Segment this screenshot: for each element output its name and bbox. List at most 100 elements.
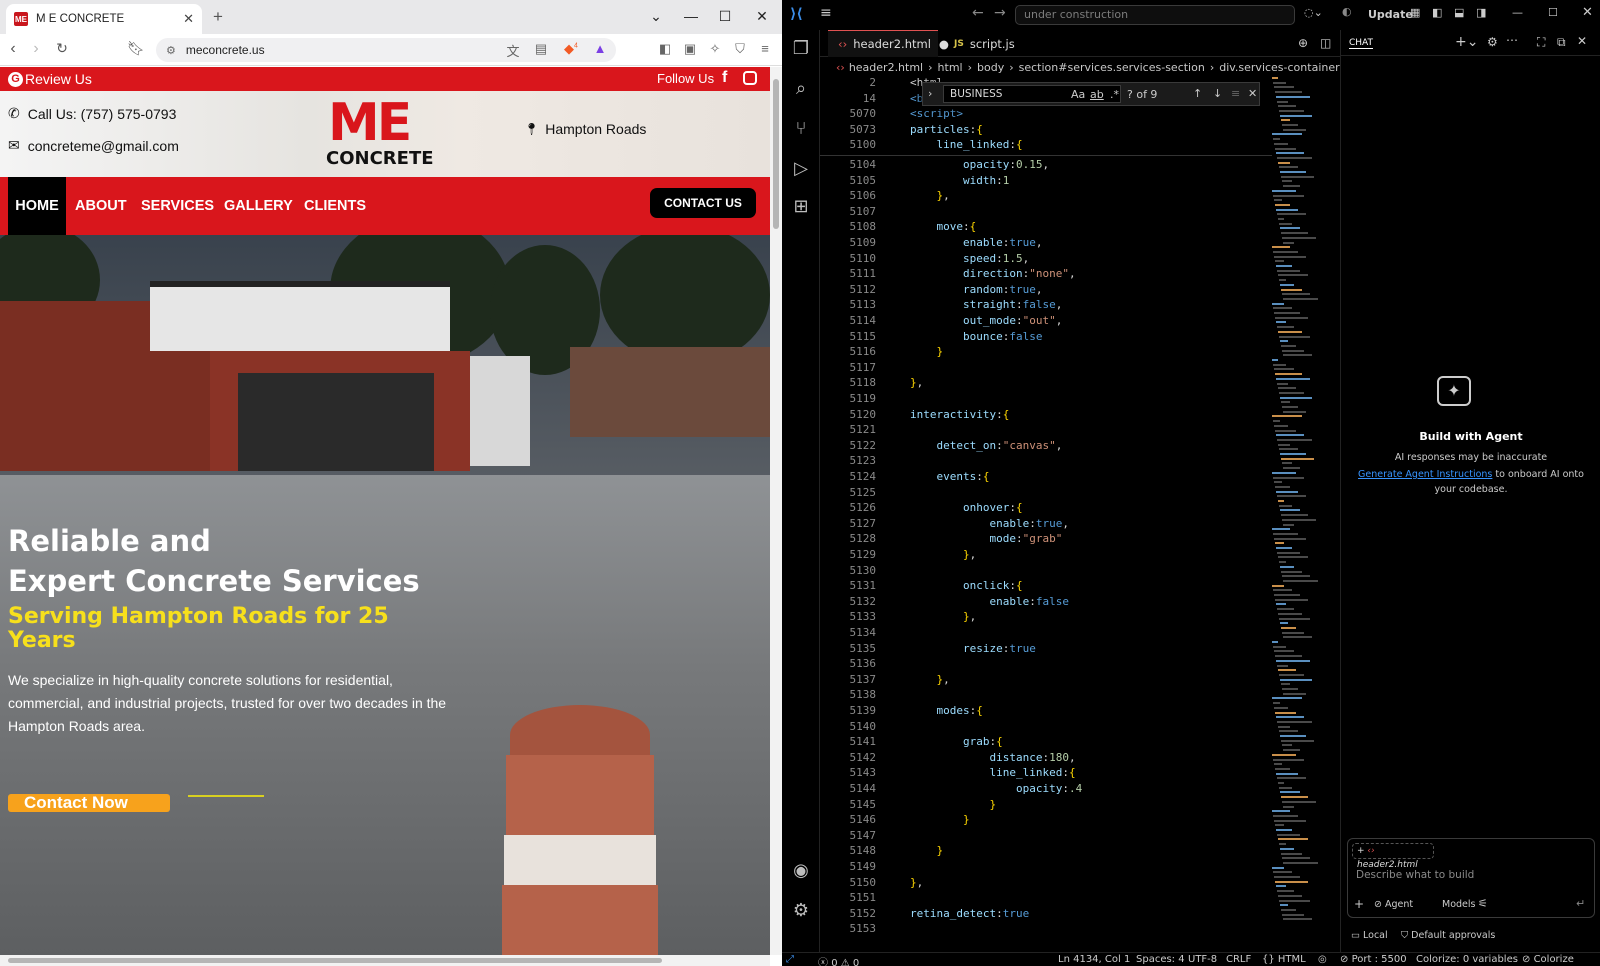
code-line[interactable]: events:{	[910, 470, 990, 483]
new-tab-icon[interactable]: +	[213, 7, 223, 27]
minimap[interactable]	[1272, 77, 1320, 937]
indentation[interactable]: Spaces: 4	[1136, 954, 1185, 965]
new-chat-icon[interactable]: +⌄	[1455, 34, 1478, 50]
code-line[interactable]: enable:true,	[910, 517, 1069, 530]
code-line[interactable]: distance:180,	[910, 751, 1075, 764]
code-line[interactable]: },	[910, 673, 950, 686]
code-line[interactable]: direction:"none",	[910, 267, 1076, 280]
eol[interactable]: CRLF	[1226, 954, 1251, 965]
code-line[interactable]: out_mode:"out",	[910, 314, 1062, 327]
code-line[interactable]: mode:"grab"	[910, 532, 1062, 545]
encoding[interactable]: UTF-8	[1188, 954, 1217, 965]
update-button[interactable]: Update	[1368, 8, 1413, 21]
tab-search-icon[interactable]: ⌄	[646, 8, 666, 25]
close-window-icon[interactable]: ✕	[752, 8, 772, 25]
contact-us-button[interactable]: CONTACT US	[650, 188, 756, 218]
menu-icon[interactable]: ≡	[756, 41, 774, 56]
code-line[interactable]: onhover:{	[910, 501, 1023, 514]
site-logo[interactable]: ME CONCRETE	[326, 97, 446, 173]
minimize-icon[interactable]: —	[1512, 6, 1523, 19]
horizontal-scrollbar[interactable]	[0, 955, 770, 966]
source-control-icon[interactable]: ⑂	[789, 118, 813, 142]
crumb[interactable]: html	[938, 61, 963, 74]
open-editor-icon[interactable]: ⧉	[1557, 35, 1566, 50]
code-line[interactable]: onclick:{	[910, 579, 1023, 592]
run-debug-icon[interactable]: ▷	[789, 158, 813, 182]
code-line[interactable]: grab:{	[910, 735, 1003, 748]
crumb[interactable]: div.services-container	[1219, 61, 1339, 74]
code-line[interactable]: speed:1.5,	[910, 252, 1029, 265]
phone-text[interactable]: Call Us: (757) 575-0793	[28, 106, 177, 122]
cursor-position[interactable]: Ln 4134, Col 1	[1058, 954, 1130, 965]
nav-about[interactable]: ABOUT	[75, 177, 127, 235]
nav-services[interactable]: SERVICES	[141, 177, 214, 235]
mode-picker[interactable]: ⊘ Agent	[1374, 899, 1413, 910]
site-info-icon[interactable]: ⚙	[166, 44, 176, 57]
toggle-secondary-sidebar-icon[interactable]: ◨	[1476, 6, 1486, 19]
code-line[interactable]: }	[910, 844, 944, 857]
code-line[interactable]: }	[910, 345, 944, 358]
colorize-variables[interactable]: Colorize: 0 variables	[1416, 954, 1518, 965]
crumb[interactable]: section#services.services-section	[1019, 61, 1205, 74]
account-icon[interactable]: ◉	[789, 860, 813, 884]
forward-icon[interactable]: ›	[26, 40, 46, 58]
reader-icon[interactable]: ▤	[532, 41, 550, 57]
crumb[interactable]: header2.html	[849, 61, 923, 74]
close-icon[interactable]: ✕	[1582, 5, 1593, 20]
brave-shield-icon[interactable]: ◆4	[562, 41, 580, 57]
find-in-selection-icon[interactable]: ≡	[1231, 87, 1240, 100]
code-line[interactable]: random:true,	[910, 283, 1043, 296]
code-line[interactable]: straight:false,	[910, 298, 1062, 311]
preview-globe-icon[interactable]: ⊕	[1298, 36, 1308, 50]
code-line[interactable]: line_linked:{	[910, 766, 1075, 779]
facebook-icon[interactable]: f	[722, 69, 727, 87]
account-icon[interactable]: ◐	[1342, 5, 1352, 18]
instagram-icon[interactable]	[743, 71, 757, 85]
code-line[interactable]: move:{	[910, 220, 977, 233]
code-line[interactable]: opacity:0.15,	[910, 158, 1049, 171]
wallet-icon[interactable]: ▣	[681, 41, 699, 57]
menu-icon[interactable]: ≡	[820, 5, 832, 21]
maximize-icon[interactable]: ☐	[715, 8, 735, 25]
browser-tab[interactable]: ME M E CONCRETE ✕	[6, 4, 202, 34]
add-context-icon[interactable]: +	[1357, 846, 1365, 856]
code-line[interactable]: retina_detect:true	[910, 907, 1029, 920]
explorer-icon[interactable]: ❐	[789, 38, 813, 62]
approvals-picker[interactable]: ⛉ Default approvals	[1401, 930, 1495, 941]
extensions-icon[interactable]: ⊞	[789, 196, 813, 220]
review-link[interactable]: Review Us	[25, 71, 92, 87]
language-mode[interactable]: {} HTML	[1262, 954, 1306, 965]
hscroll-thumb[interactable]	[8, 958, 662, 963]
code-line[interactable]: enable:true,	[910, 236, 1043, 249]
previous-match-icon[interactable]: ↑	[1193, 87, 1202, 100]
sticky-scroll-line[interactable]: particles:{	[910, 123, 983, 136]
contact-now-button[interactable]: Contact Now	[8, 794, 170, 812]
back-icon[interactable]: ‹	[3, 40, 23, 58]
more-icon[interactable]: ⋯	[1506, 33, 1518, 47]
add-icon[interactable]: +	[1354, 897, 1364, 911]
close-find-icon[interactable]: ✕	[1248, 87, 1257, 100]
close-panel-icon[interactable]: ✕	[1577, 34, 1587, 48]
search-icon[interactable]: ⌕	[789, 78, 813, 102]
nav-forward-icon[interactable]: →	[994, 5, 1006, 21]
nav-back-icon[interactable]: ←	[972, 5, 984, 21]
models-picker[interactable]: Models	[1442, 899, 1475, 910]
layout-icon[interactable]: ▦	[1410, 6, 1420, 19]
code-line[interactable]: },	[910, 189, 950, 202]
chat-settings-icon[interactable]: ⚙	[1487, 35, 1498, 49]
live-server-port[interactable]: ⊘ Port : 5500	[1340, 954, 1407, 965]
maximize-icon[interactable]: ☐	[1548, 6, 1558, 19]
toggle-replace-icon[interactable]: ›	[928, 87, 932, 100]
chat-tab[interactable]: CHAT	[1349, 38, 1374, 49]
code-line[interactable]: }	[910, 813, 970, 826]
sidebar-icon[interactable]: ◧	[656, 41, 674, 57]
colorize-toggle[interactable]: ⊘ Colorize	[1522, 954, 1574, 965]
regex-icon[interactable]: .*	[1110, 88, 1119, 101]
nav-home[interactable]: HOME	[8, 177, 66, 235]
local-picker[interactable]: ▭ Local	[1351, 930, 1388, 941]
code-line[interactable]: },	[910, 610, 976, 623]
code-line[interactable]: opacity:.4	[910, 782, 1082, 795]
sticky-scroll-line[interactable]: line_linked:{	[910, 138, 1023, 151]
match-case-icon[interactable]: Aa	[1071, 88, 1085, 101]
scroll-thumb[interactable]	[773, 79, 779, 229]
